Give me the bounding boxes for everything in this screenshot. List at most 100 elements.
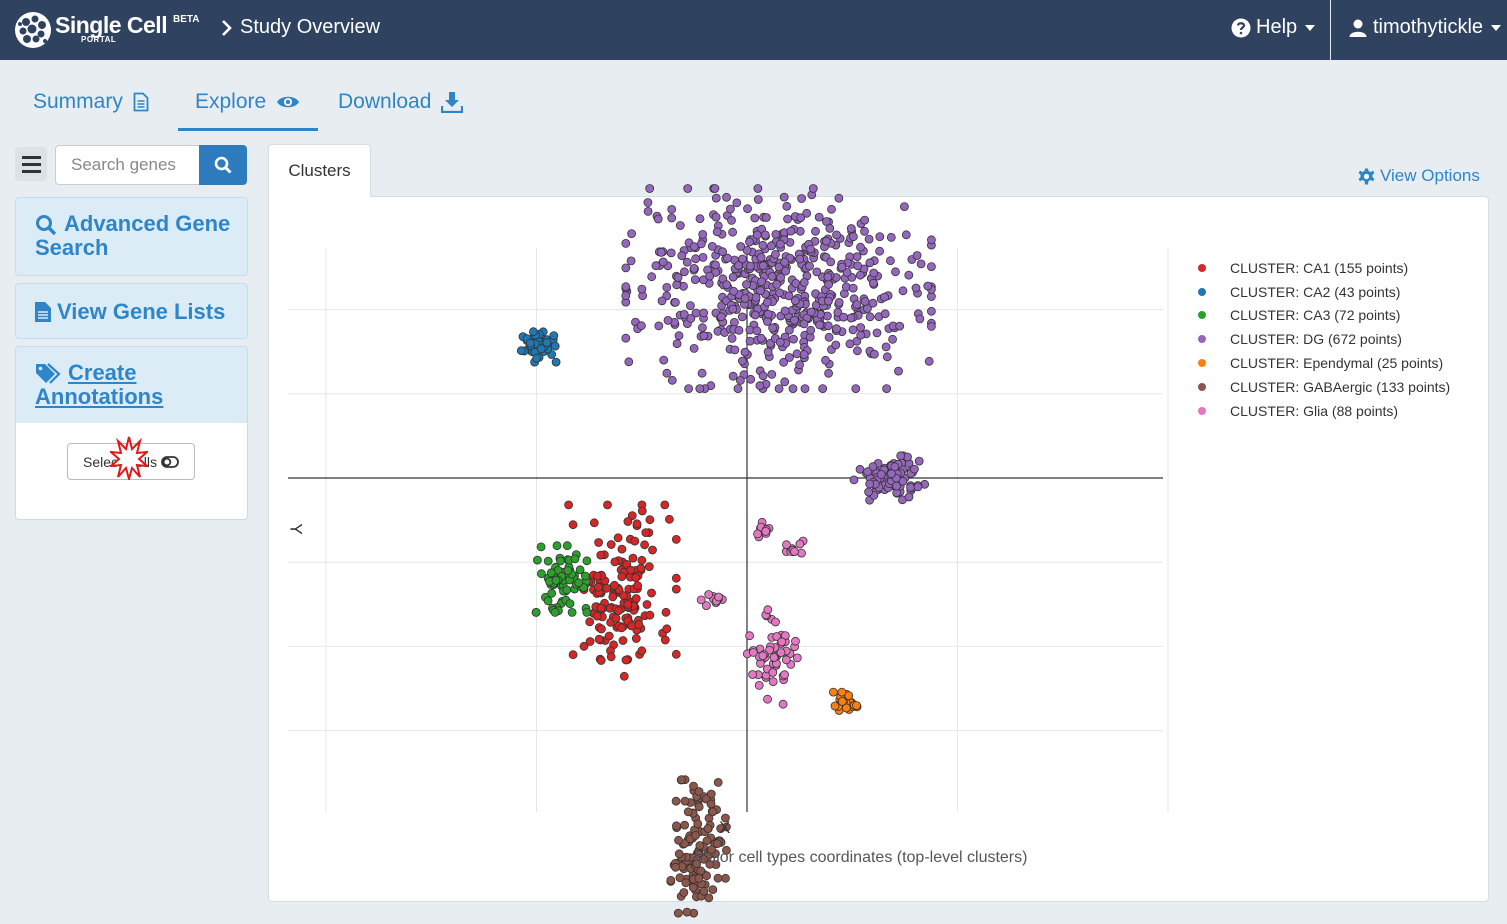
data-point[interactable] bbox=[762, 297, 772, 307]
data-point[interactable] bbox=[790, 547, 799, 556]
data-point[interactable] bbox=[708, 807, 718, 817]
data-point[interactable] bbox=[585, 617, 595, 627]
data-point[interactable] bbox=[856, 323, 865, 332]
data-point[interactable] bbox=[865, 479, 875, 489]
data-point[interactable] bbox=[780, 377, 790, 387]
data-point[interactable] bbox=[914, 456, 924, 466]
data-point[interactable] bbox=[661, 607, 671, 617]
data-point[interactable] bbox=[756, 333, 766, 343]
data-point[interactable] bbox=[706, 799, 716, 809]
data-point[interactable] bbox=[856, 330, 866, 340]
data-point[interactable] bbox=[886, 256, 895, 266]
data-point[interactable] bbox=[684, 384, 693, 394]
data-point[interactable] bbox=[776, 648, 786, 657]
data-point[interactable] bbox=[698, 229, 708, 239]
data-point[interactable] bbox=[837, 697, 847, 706]
data-point[interactable] bbox=[781, 655, 791, 665]
data-point[interactable] bbox=[726, 204, 735, 214]
data-point[interactable] bbox=[580, 571, 590, 581]
data-point[interactable] bbox=[689, 263, 699, 273]
data-point[interactable] bbox=[812, 267, 822, 277]
data-point[interactable] bbox=[614, 606, 623, 616]
data-point[interactable] bbox=[864, 234, 874, 244]
data-point[interactable] bbox=[698, 323, 707, 333]
data-point[interactable] bbox=[671, 297, 680, 307]
data-point[interactable] bbox=[768, 677, 778, 687]
data-point[interactable] bbox=[728, 371, 738, 381]
data-point[interactable] bbox=[723, 253, 732, 263]
data-point[interactable] bbox=[673, 908, 683, 918]
data-point[interactable] bbox=[791, 636, 800, 646]
data-point[interactable] bbox=[562, 585, 572, 595]
data-point[interactable] bbox=[756, 253, 766, 262]
data-point[interactable] bbox=[611, 613, 621, 623]
data-point[interactable] bbox=[728, 304, 738, 314]
data-point[interactable] bbox=[771, 617, 780, 627]
data-point[interactable] bbox=[849, 475, 859, 485]
data-point[interactable] bbox=[814, 212, 824, 222]
data-point[interactable] bbox=[596, 603, 606, 613]
data-point[interactable] bbox=[881, 342, 891, 352]
data-point[interactable] bbox=[617, 544, 627, 554]
data-point[interactable] bbox=[637, 321, 646, 331]
data-point[interactable] bbox=[672, 821, 681, 831]
data-point[interactable] bbox=[536, 542, 546, 552]
data-point[interactable] bbox=[734, 261, 743, 271]
data-point[interactable] bbox=[604, 631, 614, 641]
data-point[interactable] bbox=[823, 272, 833, 282]
data-point[interactable] bbox=[782, 201, 792, 211]
data-point[interactable] bbox=[671, 796, 681, 806]
data-point[interactable] bbox=[672, 339, 682, 349]
data-point[interactable] bbox=[745, 336, 755, 346]
data-point[interactable] bbox=[721, 873, 730, 883]
legend-item[interactable]: CLUSTER: GABAergic (133 points) bbox=[1198, 375, 1450, 399]
data-point[interactable] bbox=[827, 204, 836, 214]
data-point[interactable] bbox=[592, 571, 602, 581]
data-point[interactable] bbox=[658, 257, 668, 267]
data-point[interactable] bbox=[673, 272, 683, 282]
data-point[interactable] bbox=[824, 296, 833, 306]
data-point[interactable] bbox=[568, 650, 578, 660]
data-point[interactable] bbox=[689, 343, 699, 353]
data-point[interactable] bbox=[551, 576, 561, 585]
data-point[interactable] bbox=[634, 620, 644, 629]
brand-home-link[interactable]: Single Cell BETA PORTAL bbox=[14, 8, 205, 52]
data-point[interactable] bbox=[565, 599, 575, 608]
data-point[interactable] bbox=[621, 282, 631, 292]
data-point[interactable] bbox=[736, 242, 746, 251]
data-point[interactable] bbox=[574, 578, 584, 588]
data-point[interactable] bbox=[763, 347, 773, 357]
data-point[interactable] bbox=[829, 687, 838, 697]
data-point[interactable] bbox=[680, 267, 689, 277]
data-point[interactable] bbox=[834, 193, 844, 203]
data-point[interactable] bbox=[868, 298, 878, 308]
data-point[interactable] bbox=[621, 333, 631, 343]
data-point[interactable] bbox=[869, 268, 879, 278]
data-point[interactable] bbox=[606, 540, 616, 549]
data-point[interactable] bbox=[570, 554, 580, 564]
data-point[interactable] bbox=[869, 278, 878, 288]
data-point[interactable] bbox=[860, 297, 870, 306]
data-point[interactable] bbox=[532, 353, 542, 363]
data-point[interactable] bbox=[564, 500, 573, 510]
data-point[interactable] bbox=[654, 321, 664, 331]
data-point[interactable] bbox=[754, 681, 764, 690]
data-point[interactable] bbox=[704, 893, 714, 903]
data-point[interactable] bbox=[853, 261, 863, 271]
data-point[interactable] bbox=[682, 257, 692, 267]
data-point[interactable] bbox=[594, 538, 603, 547]
data-point[interactable] bbox=[818, 384, 828, 394]
data-point[interactable] bbox=[525, 338, 535, 348]
data-point[interactable] bbox=[713, 873, 723, 883]
data-point[interactable] bbox=[592, 611, 602, 621]
data-point[interactable] bbox=[792, 349, 802, 359]
data-point[interactable] bbox=[767, 241, 776, 251]
data-point[interactable] bbox=[763, 694, 772, 704]
data-point[interactable] bbox=[785, 353, 794, 362]
data-point[interactable] bbox=[758, 261, 768, 271]
data-point[interactable] bbox=[651, 261, 661, 271]
data-point[interactable] bbox=[533, 555, 542, 565]
data-point[interactable] bbox=[680, 796, 690, 806]
data-point[interactable] bbox=[888, 334, 897, 344]
data-point[interactable] bbox=[630, 536, 640, 546]
